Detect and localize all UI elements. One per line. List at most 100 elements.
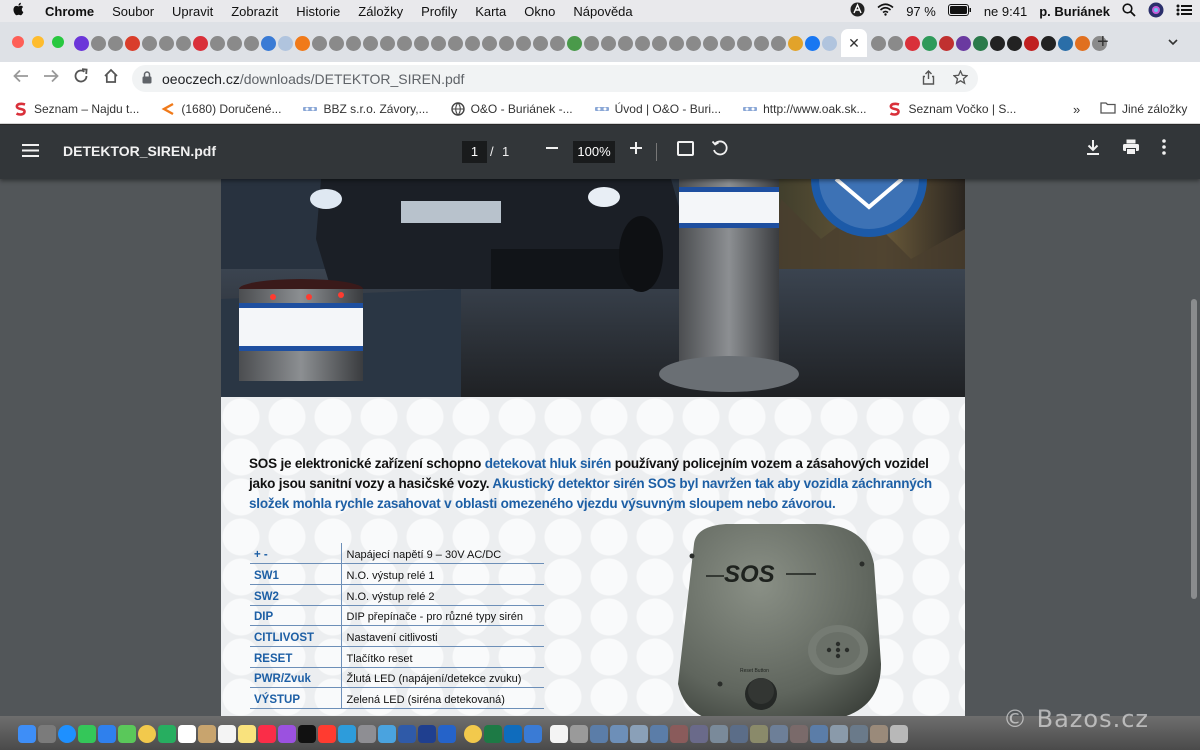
podcasts-icon[interactable]: [278, 725, 296, 743]
bookmark-oak[interactable]: http://www.oak.sk...: [729, 102, 874, 116]
appstore-icon[interactable]: [338, 725, 356, 743]
tab-favicon[interactable]: [499, 35, 514, 51]
finder-icon[interactable]: [18, 725, 36, 743]
zoom-in-button[interactable]: [629, 138, 643, 161]
messages-icon[interactable]: [78, 725, 96, 743]
tab-favicon[interactable]: [312, 35, 327, 51]
tab-favicon[interactable]: [448, 35, 463, 51]
excel-icon[interactable]: [484, 725, 502, 743]
document-icon[interactable]: [550, 725, 568, 743]
forward-arrow-icon[interactable]: [36, 69, 66, 88]
lock-icon[interactable]: [132, 70, 162, 87]
tab-favicon[interactable]: [550, 35, 565, 51]
tab-favicon[interactable]: [533, 35, 548, 51]
menu-zobrazit[interactable]: Zobrazit: [222, 4, 287, 19]
tab-favicon[interactable]: [516, 35, 531, 51]
window-thumbnail[interactable]: [770, 725, 788, 743]
fit-to-page-icon[interactable]: [677, 141, 694, 156]
tab-favicon[interactable]: [91, 35, 106, 51]
bookmark-star-icon[interactable]: [952, 68, 969, 88]
pdf-viewer[interactable]: SOS je elektronické zařízení schopno det…: [0, 179, 1200, 716]
tab-favicon[interactable]: [567, 35, 582, 51]
bookmark-inbox[interactable]: (1680) Doručené...: [147, 102, 289, 116]
tab-favicon[interactable]: [669, 35, 684, 51]
window-thumbnail[interactable]: [690, 725, 708, 743]
tab-favicon[interactable]: [295, 35, 310, 51]
clock[interactable]: ne 9:41: [984, 4, 1027, 19]
tab-favicon[interactable]: [754, 35, 769, 51]
reminders-icon[interactable]: [218, 725, 236, 743]
window-thumbnail[interactable]: [610, 725, 628, 743]
menu-historie[interactable]: Historie: [287, 4, 349, 19]
trash-icon[interactable]: [890, 725, 908, 743]
print-icon[interactable]: [1122, 139, 1140, 160]
download-icon[interactable]: [1085, 139, 1101, 161]
calendar-icon[interactable]: [178, 725, 196, 743]
window-thumbnail[interactable]: [830, 725, 848, 743]
tab-favicon[interactable]: [193, 35, 208, 51]
tab-favicon[interactable]: [703, 35, 718, 51]
tab-favicon[interactable]: [990, 35, 1005, 51]
menu-soubor[interactable]: Soubor: [103, 4, 163, 19]
tab-favicon[interactable]: [922, 35, 937, 51]
window-thumbnail[interactable]: [630, 725, 648, 743]
zoom-level-input[interactable]: 100%: [573, 141, 615, 163]
tab-favicon[interactable]: [720, 35, 735, 51]
tab-favicon[interactable]: [159, 35, 174, 51]
home-icon[interactable]: [96, 68, 126, 89]
window-thumbnail[interactable]: [650, 725, 668, 743]
hamburger-menu-icon[interactable]: [22, 141, 39, 162]
tab-favicon[interactable]: [601, 35, 616, 51]
tab-favicon[interactable]: [1007, 35, 1022, 51]
launchpad-icon[interactable]: [38, 725, 56, 743]
tab-favicon[interactable]: [431, 35, 446, 51]
music-icon[interactable]: [258, 725, 276, 743]
address-bar[interactable]: oeoczech.cz/downloads/DETEKTOR_SIREN.pdf: [132, 65, 978, 92]
tab-favicon[interactable]: [142, 35, 157, 51]
tab-favicon[interactable]: [414, 35, 429, 51]
tab-favicon[interactable]: [584, 35, 599, 51]
tab-active[interactable]: ✕: [841, 29, 867, 57]
app-icon[interactable]: [418, 725, 436, 743]
tab-favicon[interactable]: [74, 35, 89, 51]
window-zoom-button[interactable]: [52, 36, 64, 48]
tab-favicon[interactable]: [805, 35, 820, 51]
tab-close-icon[interactable]: ✕: [848, 35, 860, 52]
tab-favicon[interactable]: [1041, 35, 1056, 51]
tab-favicon[interactable]: [652, 35, 667, 51]
rotate-icon[interactable]: [711, 139, 729, 162]
tab-favicon[interactable]: [108, 35, 123, 51]
window-thumbnail[interactable]: [710, 725, 728, 743]
window-close-button[interactable]: [12, 36, 24, 48]
apple-menu-icon[interactable]: [0, 2, 36, 20]
maps-icon[interactable]: [118, 725, 136, 743]
new-tab-button[interactable]: +: [1097, 31, 1109, 54]
siri-icon[interactable]: [1148, 2, 1164, 21]
tab-favicon[interactable]: [380, 35, 395, 51]
tab-favicon[interactable]: [635, 35, 650, 51]
tab-favicon[interactable]: [1058, 35, 1073, 51]
tab-favicon[interactable]: [210, 35, 225, 51]
bookmark-vocko[interactable]: Seznam Vočko | S...: [874, 102, 1024, 116]
tab-favicon[interactable]: [227, 35, 242, 51]
tab-favicon[interactable]: [973, 35, 988, 51]
mail-icon[interactable]: [98, 725, 116, 743]
app-icon[interactable]: [398, 725, 416, 743]
tab-favicon[interactable]: [618, 35, 633, 51]
wifi-icon[interactable]: [877, 3, 894, 19]
tab-favicon[interactable]: [261, 35, 276, 51]
tab-favicon[interactable]: [737, 35, 752, 51]
tab-favicon[interactable]: [1075, 35, 1090, 51]
help-icon[interactable]: [570, 725, 588, 743]
window-thumbnail[interactable]: [810, 725, 828, 743]
chrome-icon[interactable]: [464, 725, 482, 743]
tab-favicon[interactable]: [329, 35, 344, 51]
user-name[interactable]: p. Buriánek: [1039, 4, 1110, 19]
settings-icon[interactable]: [358, 725, 376, 743]
window-thumbnail[interactable]: [670, 725, 688, 743]
tab-favicon[interactable]: [397, 35, 412, 51]
tab-favicon[interactable]: [346, 35, 361, 51]
tab-favicon[interactable]: [363, 35, 378, 51]
control-center-icon[interactable]: [1176, 3, 1192, 20]
notes-icon[interactable]: [238, 725, 256, 743]
